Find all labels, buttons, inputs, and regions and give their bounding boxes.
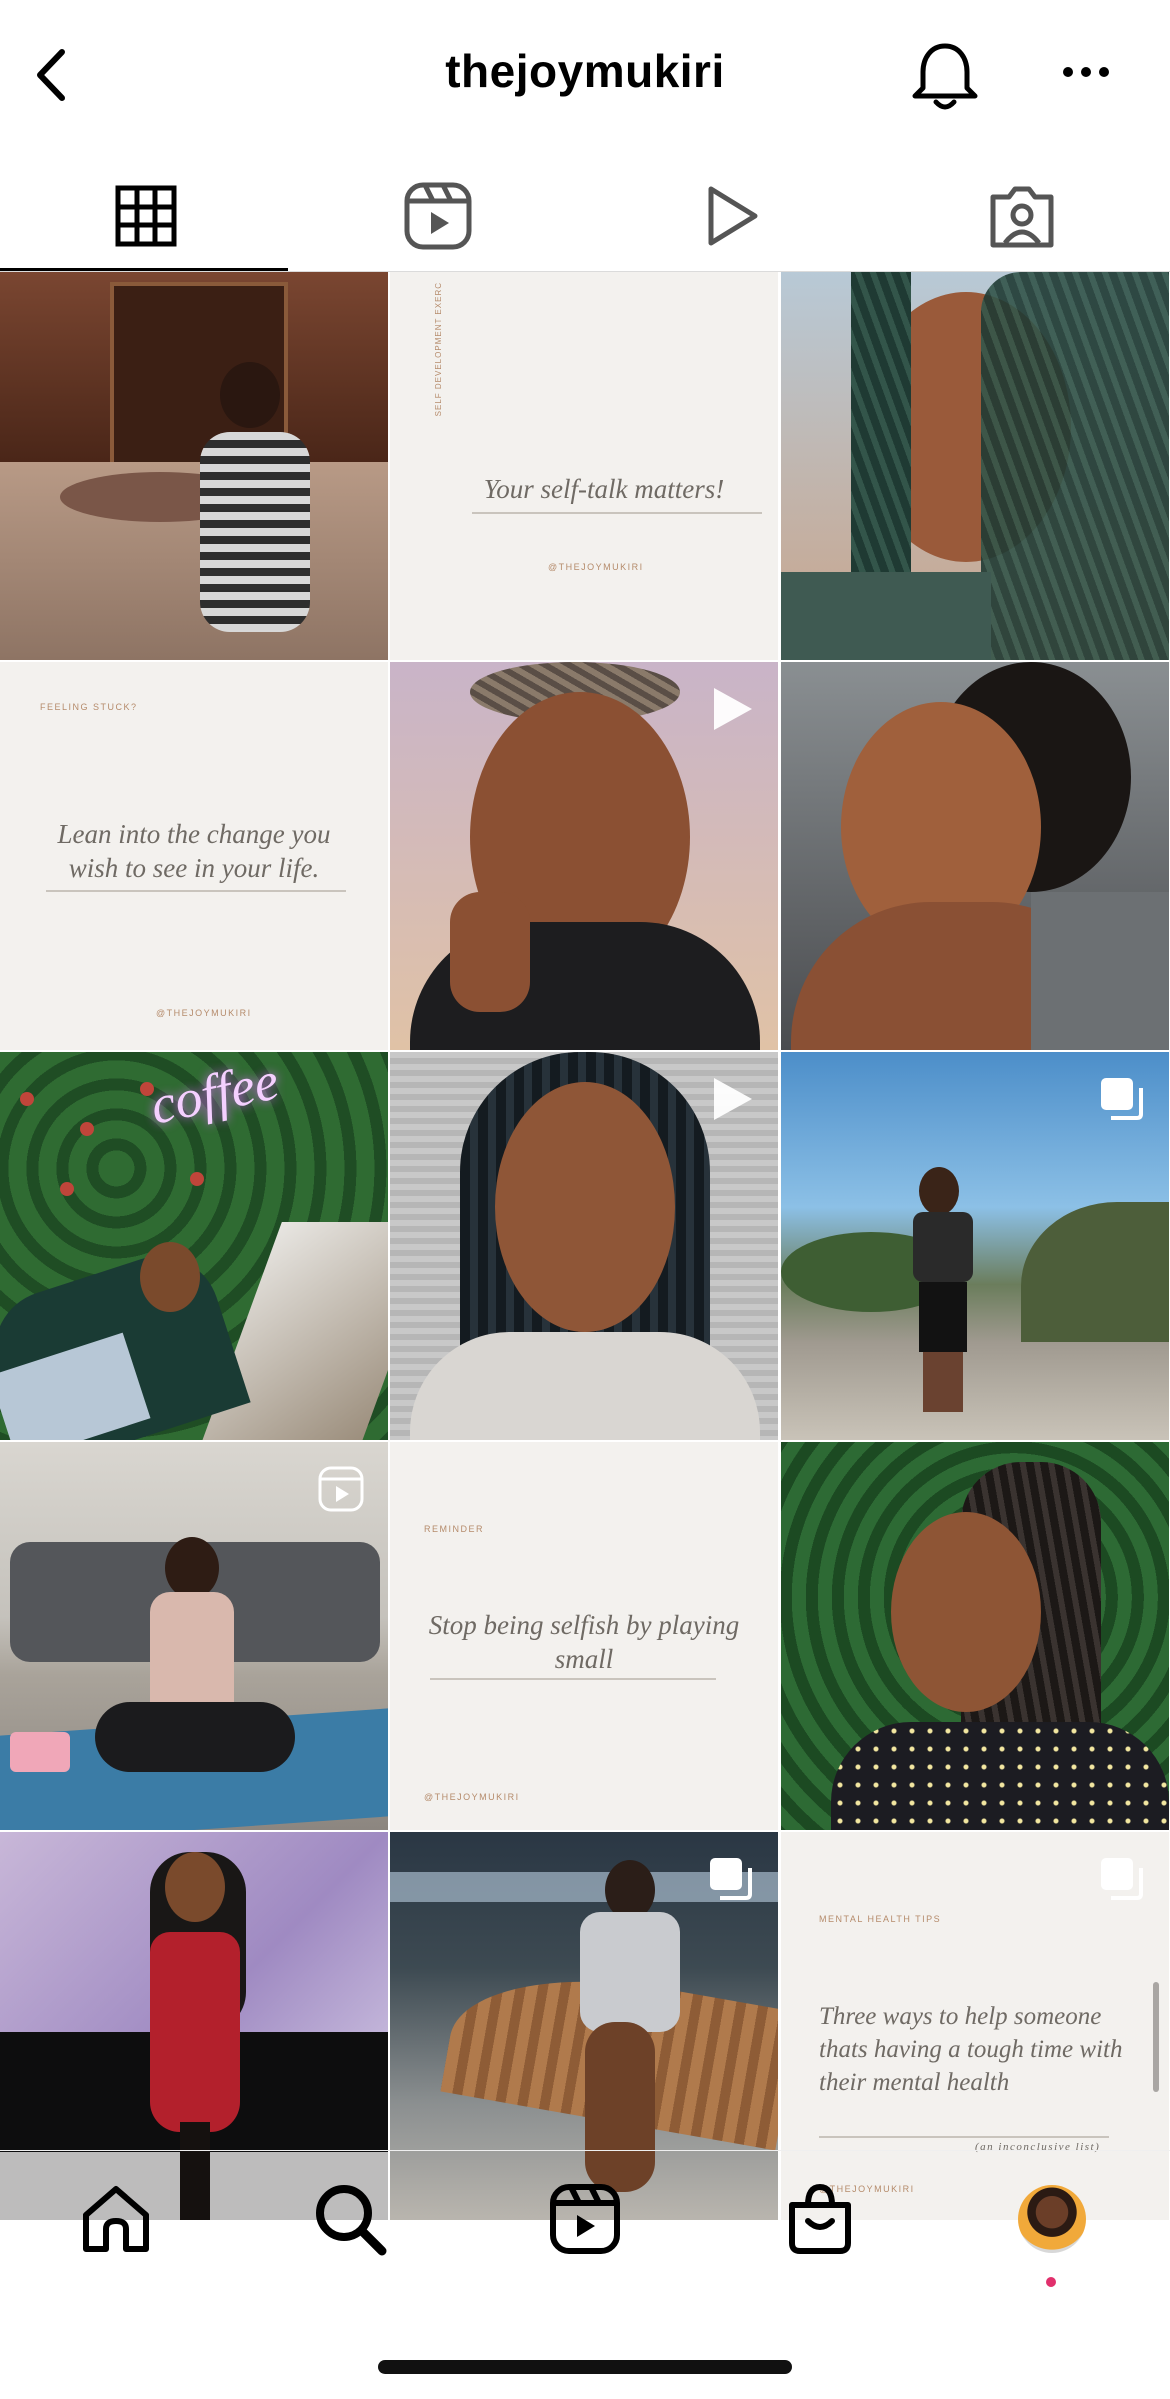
notification-dot <box>1046 2277 1056 2287</box>
play-icon <box>708 186 758 246</box>
tab-tagged[interactable] <box>876 160 1168 272</box>
tab-reels[interactable] <box>292 160 584 272</box>
post-handle: @THEJOYMUKIRI <box>548 562 644 572</box>
carousel-icon <box>1101 1078 1143 1120</box>
post-tag: FEELING STUCK? <box>40 702 138 712</box>
post-tile[interactable] <box>781 1052 1169 1440</box>
reel-indicator <box>316 1464 366 1519</box>
nav-home[interactable] <box>76 2179 156 2259</box>
reels-icon <box>550 2184 620 2254</box>
nav-shop[interactable] <box>780 2179 860 2259</box>
post-tile[interactable] <box>390 1052 778 1440</box>
post-tile[interactable]: FEELING STUCK? Lean into the change you … <box>0 662 388 1050</box>
carousel-icon <box>710 1858 752 1900</box>
post-quote-text: Lean into the change you wish to see in … <box>57 819 331 883</box>
post-tag: REMINDER <box>424 1524 485 1534</box>
top-bar: thejoymukiri <box>0 0 1170 140</box>
grid-icon <box>115 185 177 247</box>
shop-icon <box>789 2183 851 2254</box>
divider <box>819 2136 1109 2138</box>
search-icon <box>316 2185 387 2256</box>
carousel-indicator <box>1097 1074 1147 1129</box>
bell-icon <box>912 43 978 110</box>
avatar <box>1018 2185 1086 2253</box>
reel-indicator <box>706 684 756 739</box>
profile-username: thejoymukiri <box>445 45 725 97</box>
reels-icon <box>404 182 472 250</box>
post-handle: @THEJOYMUKIRI <box>156 1008 252 1018</box>
tagged-icon <box>990 186 1054 248</box>
divider <box>46 890 346 892</box>
post-tile[interactable] <box>0 1442 388 1830</box>
play-icon <box>714 688 752 730</box>
tab-grid[interactable] <box>0 160 292 272</box>
post-tile[interactable] <box>781 272 1169 660</box>
nav-profile[interactable] <box>1012 2179 1092 2259</box>
bottom-navigation <box>0 2150 1170 2287</box>
home-indicator <box>378 2360 792 2374</box>
more-options-button[interactable] <box>1048 50 1128 100</box>
post-tile[interactable] <box>0 272 388 660</box>
post-quote-text: Stop being selfish by playing small <box>428 1610 740 1674</box>
post-tile[interactable] <box>781 662 1169 1050</box>
post-quote-text: Three ways to help someone thats having … <box>819 2003 1123 2096</box>
profile-tabs <box>0 160 1170 272</box>
post-tile[interactable]: SELF DEVELOPMENT EXERC Your self-talk ma… <box>390 272 778 660</box>
notifications-button[interactable] <box>905 36 985 116</box>
post-tile[interactable] <box>390 662 778 1050</box>
post-quote-text: Your self-talk matters! <box>483 474 725 504</box>
carousel-indicator <box>1097 1854 1147 1909</box>
post-tile[interactable]: REMINDER Stop being selfish by playing s… <box>390 1442 778 1830</box>
more-icon <box>1063 67 1109 77</box>
nav-reels[interactable] <box>545 2179 625 2259</box>
neon-sign: coffee <box>145 1052 284 1136</box>
divider <box>472 512 762 514</box>
post-handle: @THEJOYMUKIRI <box>424 1792 520 1802</box>
post-tile[interactable] <box>781 1442 1169 1830</box>
reels-icon <box>318 1466 364 1512</box>
carousel-icon <box>1101 1858 1143 1900</box>
reel-indicator <box>706 1074 756 1129</box>
post-side-label: SELF DEVELOPMENT EXERC <box>434 282 443 417</box>
post-tag: MENTAL HEALTH TIPS <box>819 1914 942 1924</box>
post-tile[interactable]: coffee <box>0 1052 388 1440</box>
nav-search[interactable] <box>310 2179 390 2259</box>
scrollbar[interactable] <box>1153 1982 1159 2092</box>
tab-videos[interactable] <box>584 160 876 272</box>
play-icon <box>714 1078 752 1120</box>
divider <box>430 1678 716 1680</box>
home-icon <box>83 2186 149 2252</box>
carousel-indicator <box>706 1854 756 1909</box>
